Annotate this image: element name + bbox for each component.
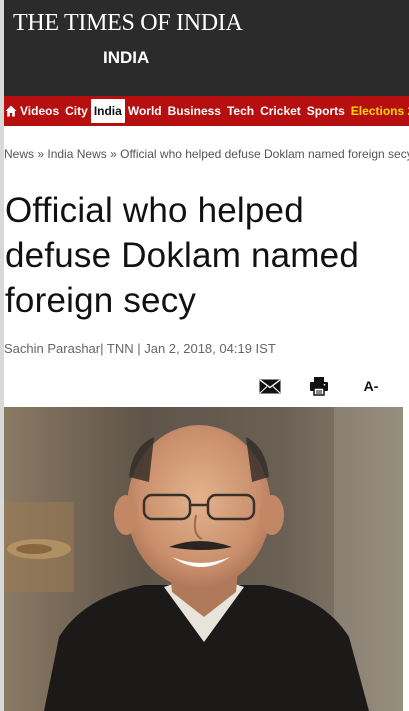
breadcrumb-separator: » (37, 147, 48, 161)
breadcrumb-separator: » (110, 147, 121, 161)
mail-icon[interactable] (257, 374, 283, 398)
article-tools: A- (0, 374, 409, 398)
print-icon[interactable] (307, 374, 331, 398)
article-headline: Official who helped defuse Doklam named … (5, 191, 359, 320)
article-photo (4, 407, 403, 711)
breadcrumb-news[interactable]: News (4, 147, 34, 161)
nav-item-city[interactable]: City (62, 96, 91, 126)
author-name[interactable]: Sachin Parashar (4, 341, 100, 356)
nav-item-cricket[interactable]: Cricket (257, 96, 304, 126)
edition-label[interactable]: INDIA (103, 48, 149, 68)
byline: Sachin Parashar| TNN | Jan 2, 2018, 04:1… (4, 341, 276, 356)
publish-date: Jan 2, 2018, 04:19 IST (144, 341, 276, 356)
home-icon[interactable] (5, 96, 17, 126)
font-size-button[interactable]: A- (359, 374, 383, 398)
breadcrumb-india-news[interactable]: India News (47, 147, 106, 161)
nav-item-world[interactable]: World (125, 96, 165, 126)
site-logo[interactable]: THE TIMES OF INDIA (13, 10, 243, 37)
source-label: TNN (106, 341, 134, 356)
masthead: THE TIMES OF INDIA INDIA (4, 0, 409, 96)
main-nav: Videos City India World Business Tech Cr… (4, 96, 409, 126)
nav-item-elections[interactable]: Elections 2 (348, 96, 409, 126)
nav-item-india[interactable]: India (90, 99, 125, 123)
nav-item-business[interactable]: Business (165, 96, 224, 126)
breadcrumb: News » India News » Official who helped … (4, 147, 409, 161)
nav-item-sports[interactable]: Sports (304, 96, 348, 126)
nav-item-videos[interactable]: Videos (17, 96, 62, 126)
breadcrumb-current: Official who helped defuse Doklam named … (120, 147, 409, 161)
nav-item-tech[interactable]: Tech (224, 96, 257, 126)
